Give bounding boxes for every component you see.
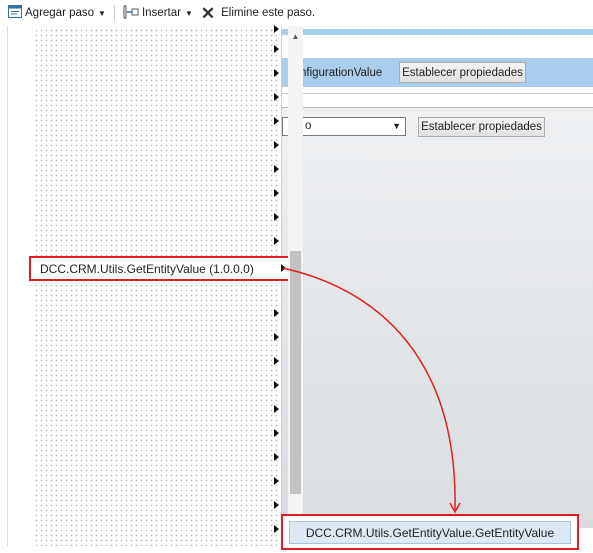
- submenu: DCC.CRM.Utils.GetEntityValue.GetEntityVa…: [281, 514, 579, 550]
- submenu-item-getentityvalue[interactable]: DCC.CRM.Utils.GetEntityValue.GetEntityVa…: [289, 521, 571, 544]
- annotation-arrow: [282, 267, 461, 514]
